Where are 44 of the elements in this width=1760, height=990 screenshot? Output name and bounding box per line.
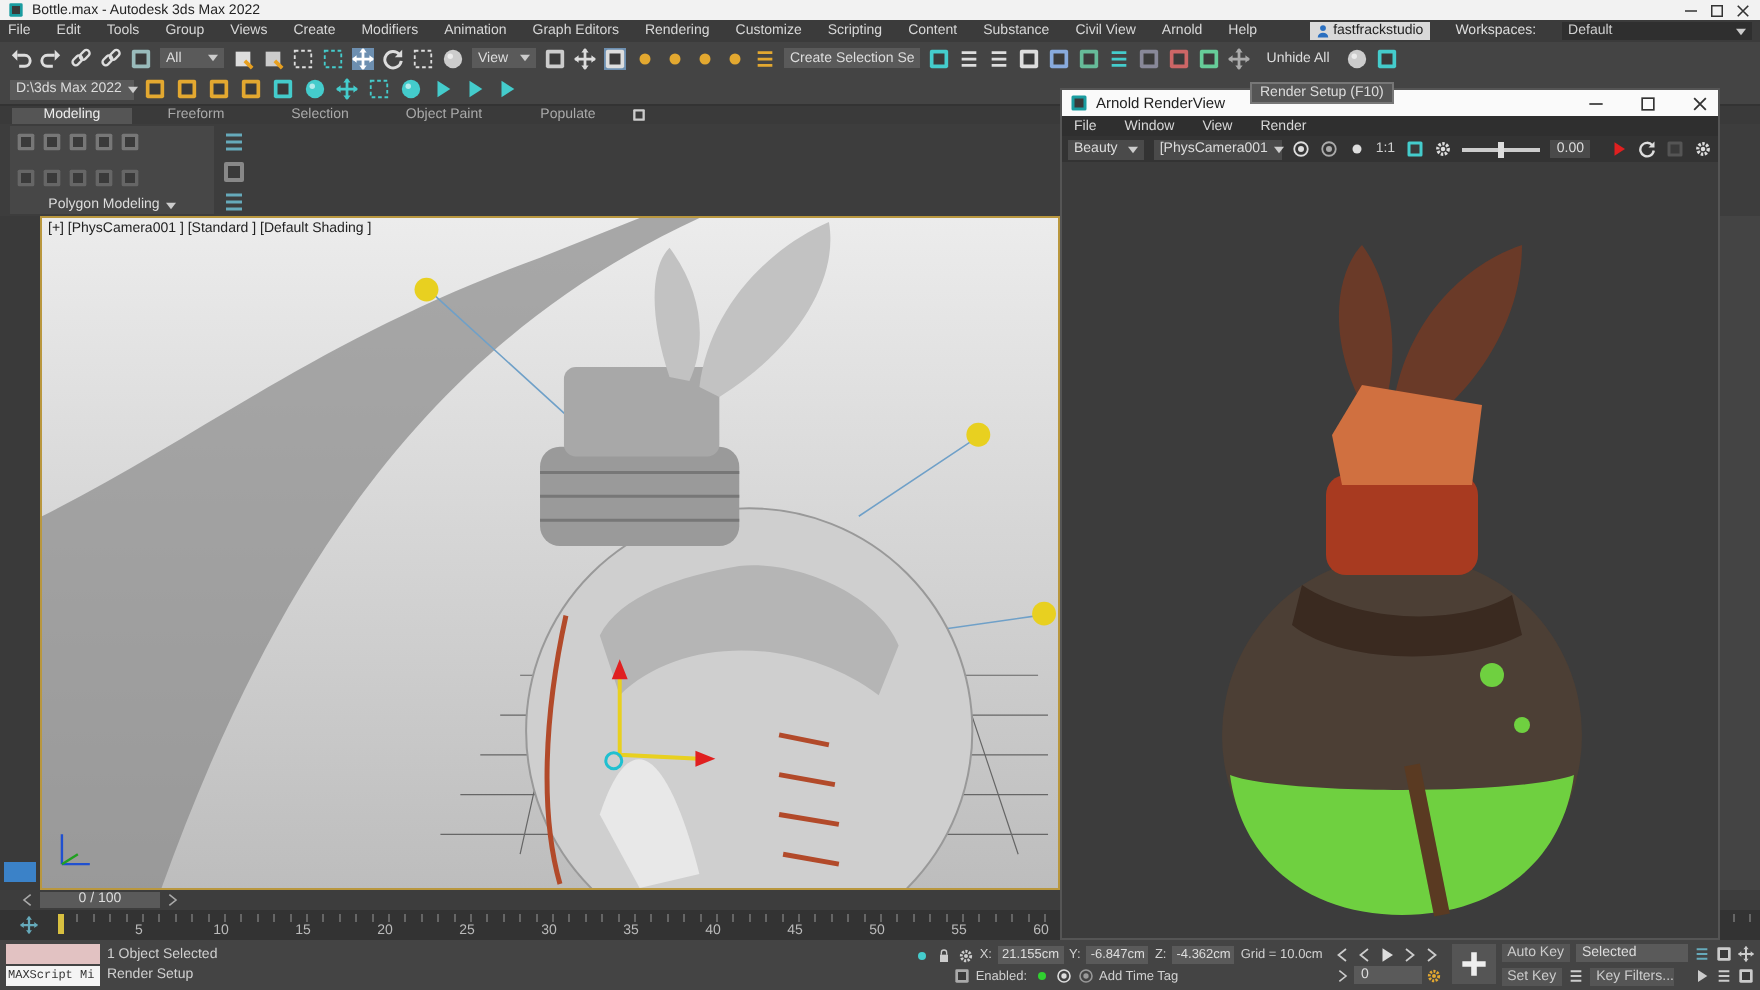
caret-icon xyxy=(1736,27,1746,35)
caret-icon xyxy=(208,54,218,62)
caret-icon xyxy=(1127,145,1138,153)
last-frame-icon[interactable] xyxy=(1422,945,1441,964)
arrow-icon[interactable] xyxy=(432,78,454,100)
link-icon[interactable] xyxy=(100,47,122,69)
caret-icon xyxy=(165,201,176,209)
record-icon[interactable] xyxy=(1291,140,1310,158)
maximize-icon[interactable] xyxy=(1638,93,1658,113)
close-icon[interactable] xyxy=(1734,1,1752,19)
enabled-icon[interactable] xyxy=(1033,968,1050,984)
window-crossing-icon[interactable] xyxy=(322,47,344,69)
plus-icon xyxy=(1459,950,1488,978)
redo-icon[interactable] xyxy=(40,47,62,69)
next-frame-icon[interactable] xyxy=(164,892,180,908)
move-icon[interactable] xyxy=(352,47,374,69)
select-by-name-icon[interactable] xyxy=(262,47,284,69)
caret-icon xyxy=(520,54,530,62)
rotate-icon[interactable] xyxy=(382,47,404,69)
previous-frame-icon[interactable] xyxy=(20,892,36,908)
arrow-icon[interactable] xyxy=(464,78,486,100)
lock-icon[interactable] xyxy=(935,947,952,963)
caret-icon xyxy=(1273,145,1284,153)
person-icon xyxy=(1315,24,1330,38)
select-object-icon[interactable] xyxy=(232,47,254,69)
time-marker[interactable] xyxy=(58,914,64,934)
next-key-icon[interactable] xyxy=(1400,945,1419,964)
link-icon[interactable] xyxy=(70,47,92,69)
settings-icon[interactable] xyxy=(1694,140,1712,158)
close-icon[interactable] xyxy=(1690,93,1710,113)
undo-icon[interactable] xyxy=(10,47,32,69)
pan-icon[interactable] xyxy=(1737,945,1754,962)
region-select-icon[interactable] xyxy=(292,47,314,69)
arrow-icon[interactable] xyxy=(496,78,518,100)
exposure-slider[interactable] xyxy=(1497,141,1504,157)
app-icon xyxy=(1070,94,1088,112)
maximize-icon[interactable] xyxy=(1708,1,1726,19)
script-output-field[interactable] xyxy=(6,944,101,964)
axis-icon xyxy=(60,833,91,866)
caret-icon xyxy=(127,85,138,93)
move-gizmo-icon[interactable] xyxy=(604,659,716,771)
refresh-icon[interactable] xyxy=(1638,140,1656,158)
sphere-icon[interactable] xyxy=(304,78,326,100)
set-key-button[interactable] xyxy=(1451,944,1496,984)
